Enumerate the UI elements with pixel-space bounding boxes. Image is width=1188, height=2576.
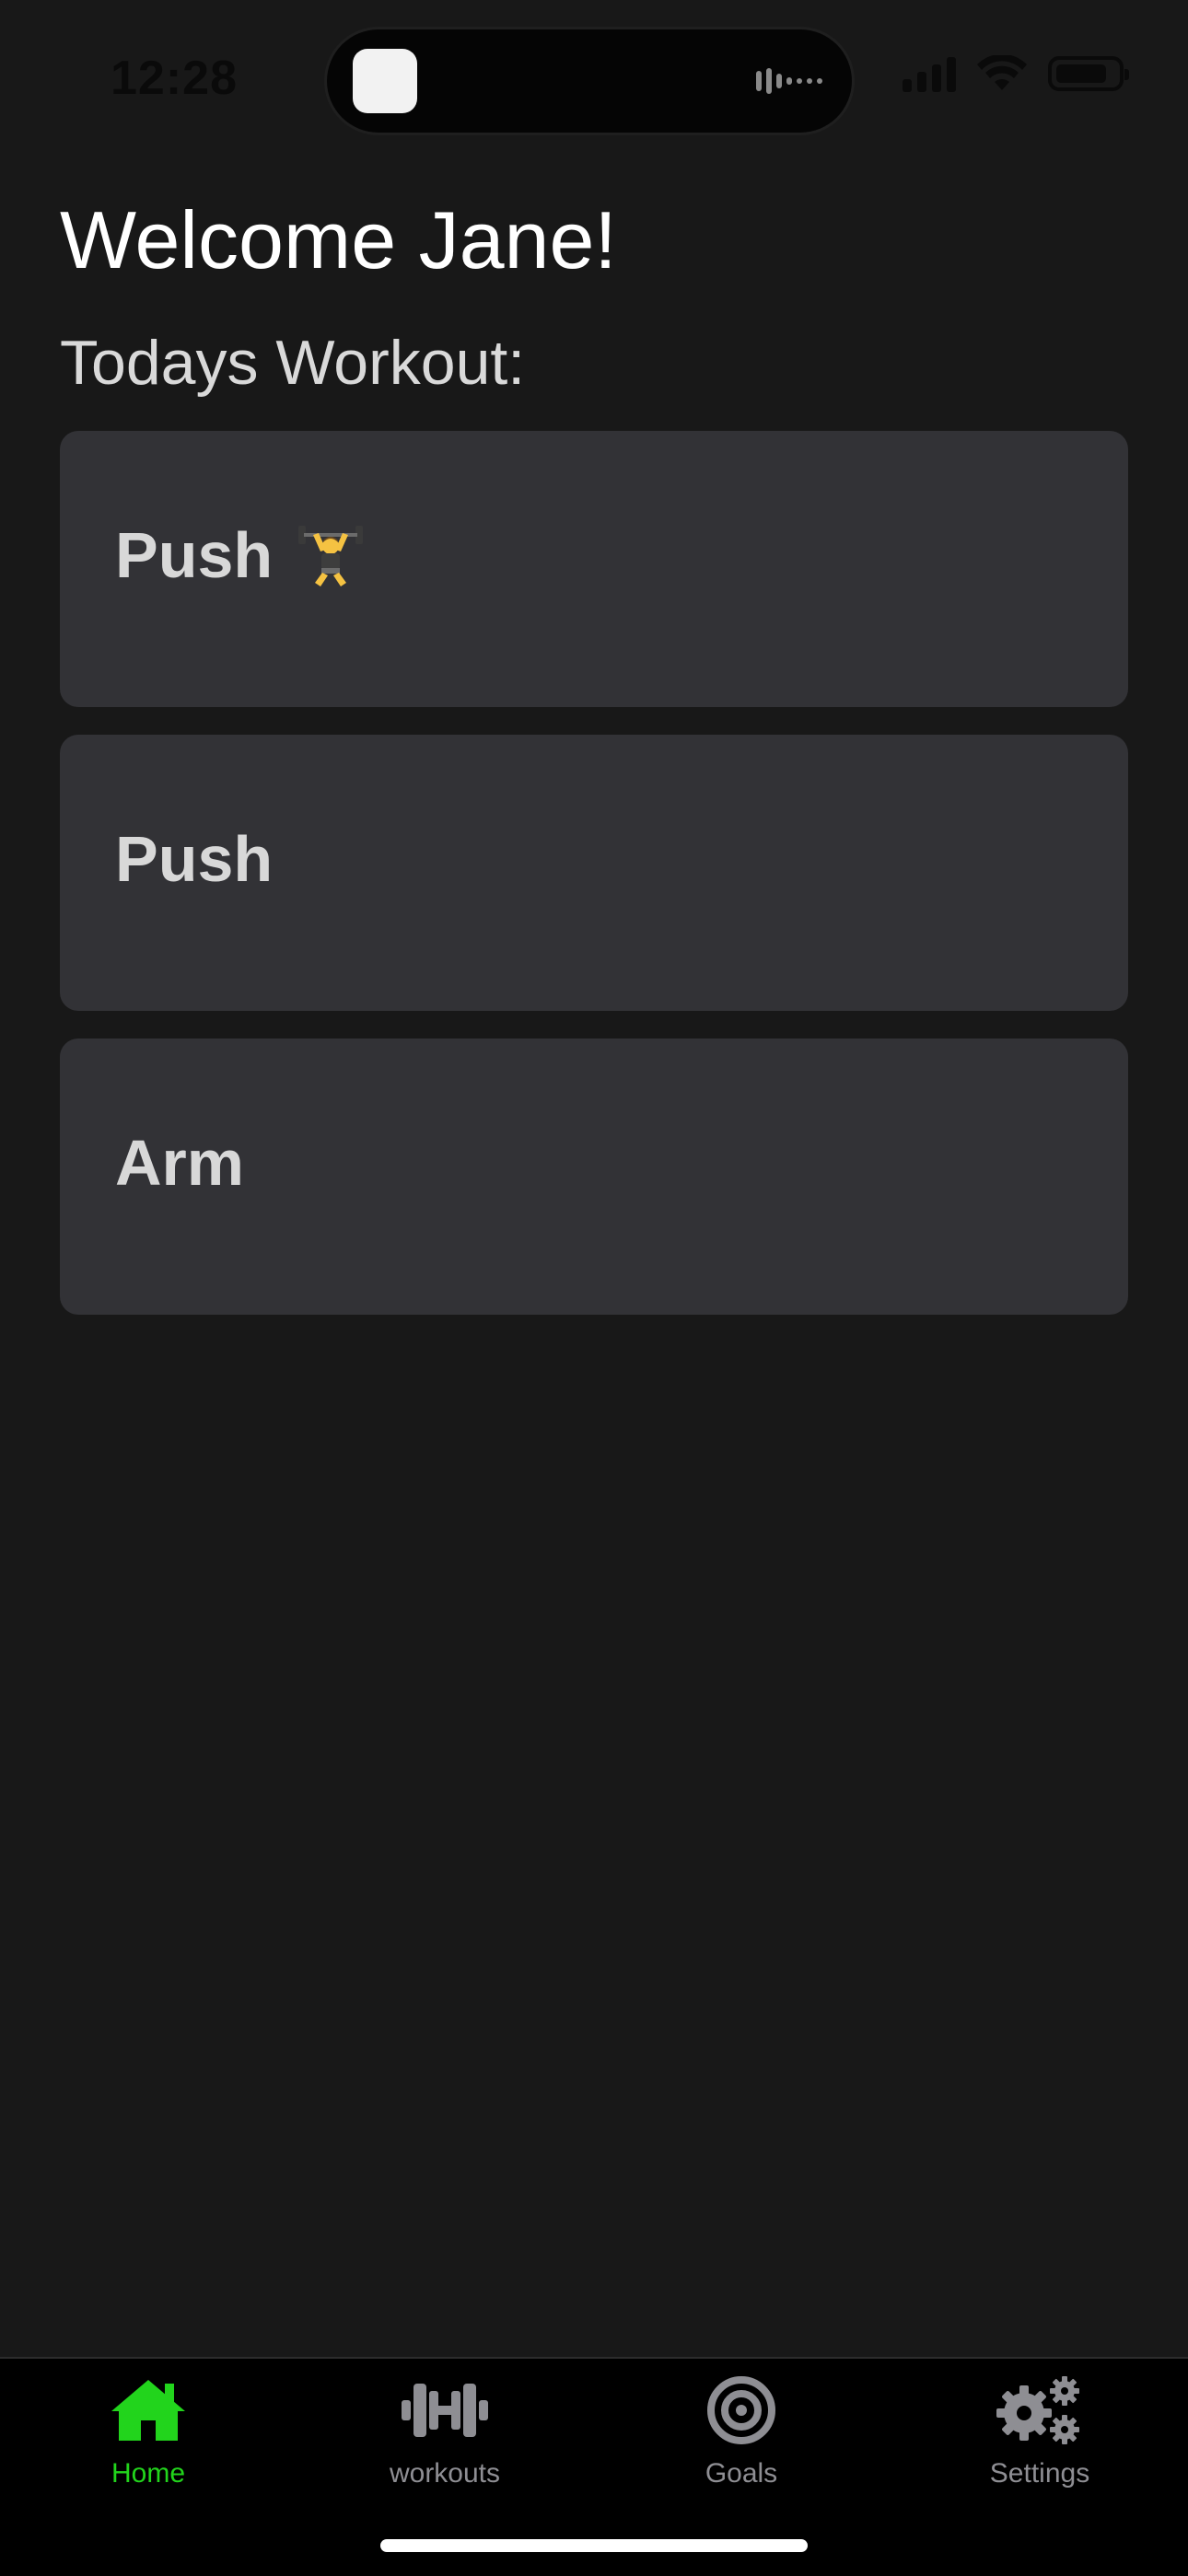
workout-card-arm[interactable]: Arm [60, 1039, 1128, 1315]
workout-card-push[interactable]: Push [60, 735, 1128, 1011]
dynamic-island[interactable] [327, 29, 852, 133]
wifi-icon [977, 55, 1027, 90]
home-indicator[interactable] [380, 2539, 808, 2552]
status-indicators [903, 55, 1129, 92]
target-icon [695, 2373, 787, 2447]
workout-card-label: Push [115, 823, 274, 895]
live-activity-app-icon [353, 49, 417, 113]
tab-workouts[interactable]: workouts [297, 2373, 593, 2489]
workout-card-push-featured[interactable]: Push [60, 431, 1128, 707]
workout-card-label: Arm [115, 1127, 245, 1199]
audio-waveform-icon [756, 68, 822, 94]
status-bar: 12:28 [0, 0, 1188, 157]
tab-settings[interactable]: Settings [891, 2373, 1188, 2489]
tab-label: Home [111, 2458, 186, 2489]
dumbbell-icon [399, 2373, 491, 2447]
weightlifter-emoji-icon [298, 526, 364, 586]
tab-label: workouts [389, 2458, 501, 2489]
workout-card-title: Push [115, 518, 364, 592]
status-time: 12:28 [111, 52, 238, 105]
workout-card-title: Arm [115, 1126, 244, 1200]
workout-list: Push Push Arm [60, 431, 1128, 1342]
battery-icon [1048, 56, 1129, 91]
tab-home[interactable]: Home [0, 2373, 297, 2489]
cellular-signal-icon [903, 55, 956, 92]
tab-label: Goals [705, 2458, 778, 2489]
tab-label: Settings [989, 2458, 1090, 2489]
welcome-heading: Welcome Jane! [60, 194, 617, 285]
home-icon [102, 2373, 194, 2447]
workout-card-title: Push [115, 822, 273, 896]
todays-workout-label: Todays Workout: [60, 328, 526, 398]
workout-card-label: Push [115, 519, 274, 591]
gears-icon [994, 2373, 1086, 2447]
tab-goals[interactable]: Goals [593, 2373, 890, 2489]
